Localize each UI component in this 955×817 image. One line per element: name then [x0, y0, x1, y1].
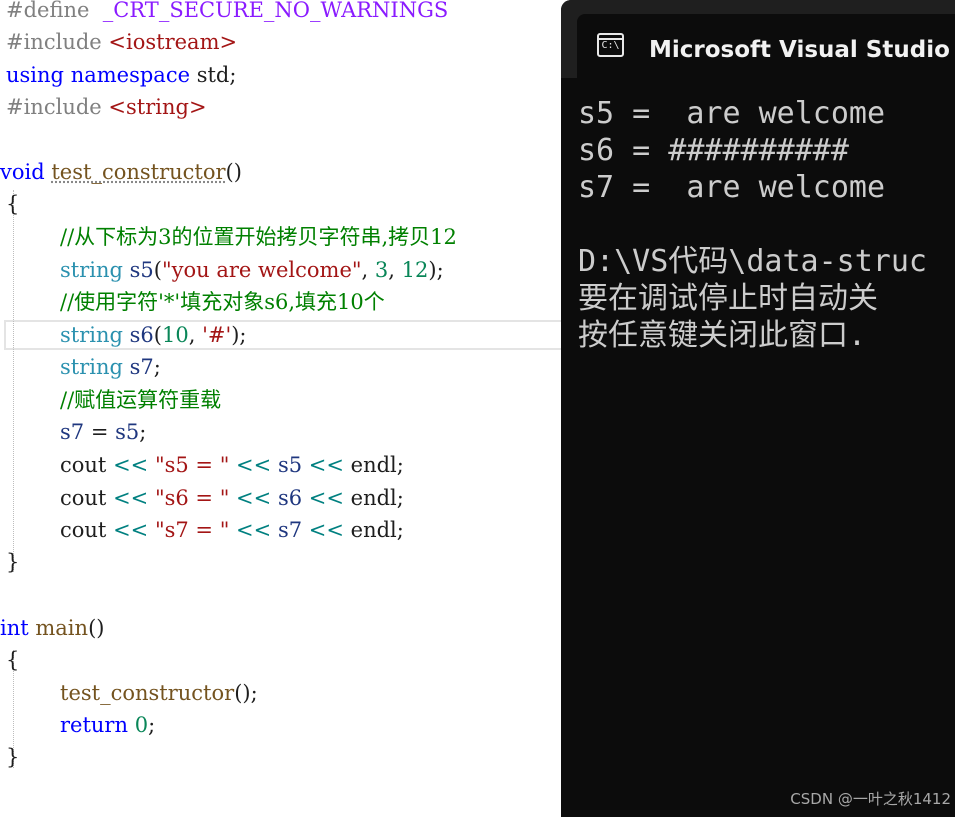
code-line-8[interactable]: //从下标为3的位置开始拷贝字符串,拷贝12 — [6, 221, 457, 253]
code-line-7[interactable]: { — [6, 188, 19, 220]
terminal-icon: C:\ — [597, 33, 624, 57]
code-line-18[interactable]: } — [6, 546, 19, 578]
code-line-20[interactable]: int main() — [0, 612, 104, 644]
console-titlebar[interactable]: C:\ Microsoft Visual Studio 调 — [561, 0, 955, 78]
code-line-4[interactable]: #include <string> — [6, 91, 207, 123]
code-line-23[interactable]: return 0; — [6, 709, 155, 741]
code-line-17[interactable]: cout << "s7 = " << s7 << endl; — [6, 514, 404, 546]
code-line-16[interactable]: cout << "s6 = " << s6 << endl; — [6, 482, 404, 514]
code-line-21[interactable]: { — [6, 644, 19, 676]
code-line-3[interactable]: using namespace std; — [6, 59, 236, 91]
code-line-11[interactable]: string s6(10, '#'); — [6, 319, 247, 351]
console-output-line: s6 = ########## — [578, 133, 849, 168]
console-output-line: 按任意键关闭此窗口. — [578, 318, 867, 353]
code-line-10[interactable]: //使用字符'*'填充对象s6,填充10个 — [6, 286, 385, 318]
code-line-24[interactable]: } — [6, 741, 19, 773]
code-line-1[interactable]: #define _CRT_SECURE_NO_WARNINGS — [6, 0, 448, 26]
code-line-9[interactable]: string s5("you are welcome", 3, 12); — [6, 254, 444, 286]
console-output-line: D:\VS代码\data-struc — [578, 244, 927, 279]
csdn-watermark: CSDN @一叶之秋1412 — [790, 790, 951, 808]
code-line-2[interactable]: #include <iostream> — [6, 26, 237, 58]
console-window[interactable]: C:\ Microsoft Visual Studio 调 s5 = are w… — [561, 0, 955, 817]
code-editor[interactable]: #define _CRT_SECURE_NO_WARNINGS #include… — [0, 0, 600, 817]
code-line-14[interactable]: s7 = s5; — [6, 416, 146, 448]
console-output-line: s7 = are welcome — [578, 170, 886, 205]
code-line-15[interactable]: cout << "s5 = " << s5 << endl; — [6, 449, 404, 481]
console-title: Microsoft Visual Studio 调 — [649, 37, 955, 63]
code-line-6[interactable]: void test_constructor() — [0, 156, 242, 188]
code-line-22[interactable]: test_constructor(); — [6, 677, 258, 709]
code-line-13[interactable]: //赋值运算符重载 — [6, 384, 221, 416]
console-output-line: s5 = are welcome — [578, 96, 886, 131]
code-line-12[interactable]: string s7; — [6, 351, 161, 383]
console-output-line: 要在调试停止时自动关 — [578, 281, 878, 316]
